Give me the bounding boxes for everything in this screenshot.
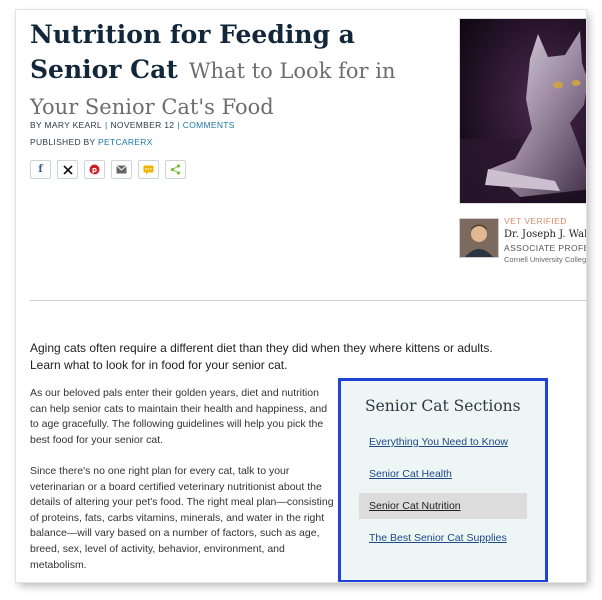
- article-page: Nutrition for Feeding a Senior Cat What …: [16, 10, 586, 582]
- share-icon[interactable]: [165, 160, 186, 179]
- article-paragraph-1: As our beloved pals enter their golden y…: [30, 387, 328, 446]
- author-name: Mary Kearl: [44, 120, 102, 130]
- senior-cat-photo: [459, 18, 586, 204]
- senior-cat-sections-box: Senior Cat Sections Everything You Need …: [338, 378, 548, 582]
- published-prefix: Published by: [30, 137, 96, 147]
- page-title: Nutrition for Feeding a Senior Cat What …: [30, 16, 450, 123]
- vet-school: Cornell University Colleg: [504, 255, 586, 264]
- comments-link[interactable]: Comments: [183, 120, 235, 130]
- facebook-icon[interactable]: f: [30, 160, 51, 179]
- section-link-supplies[interactable]: The Best Senior Cat Supplies: [359, 525, 527, 551]
- section-link-nutrition[interactable]: Senior Cat Nutrition: [359, 493, 527, 519]
- sections-list: Everything You Need to Know Senior Cat H…: [359, 429, 527, 557]
- vet-verified-label: VET VERIFIED: [504, 216, 567, 226]
- svg-text:p: p: [92, 166, 97, 174]
- published-by: Published by PetCareRx: [30, 137, 153, 147]
- vet-avatar: [459, 218, 499, 258]
- email-icon[interactable]: [111, 160, 132, 179]
- section-divider: [30, 300, 586, 301]
- vet-name: Dr. Joseph J. Waks: [504, 229, 586, 240]
- byline: By Mary Kearl | November 12 | Comments: [30, 120, 235, 130]
- section-link-everything[interactable]: Everything You Need to Know: [359, 429, 527, 455]
- article-paragraph-2: Since there's no one right plan for ever…: [30, 465, 334, 571]
- pinterest-icon[interactable]: p: [84, 160, 105, 179]
- article-lead: Aging cats often require a different die…: [30, 341, 493, 372]
- sections-title: Senior Cat Sections: [365, 397, 521, 415]
- publish-date: November 12: [110, 120, 175, 130]
- vet-role: ASSOCIATE PROFES: [504, 243, 586, 253]
- x-icon[interactable]: [57, 160, 78, 179]
- section-link-health[interactable]: Senior Cat Health: [359, 461, 527, 487]
- publisher-link[interactable]: PetCareRx: [98, 137, 153, 147]
- sms-icon[interactable]: [138, 160, 159, 179]
- share-bar: f p: [30, 160, 186, 179]
- byline-prefix: By: [30, 120, 42, 130]
